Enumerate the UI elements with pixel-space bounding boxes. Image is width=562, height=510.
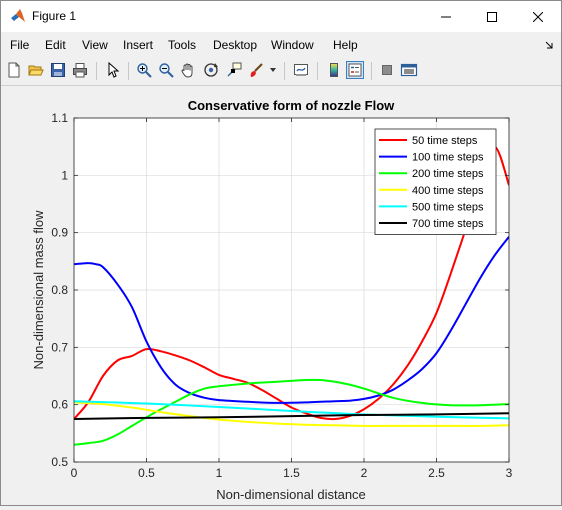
figure-window: Figure 1 File Edit View Insert Tools Des…: [0, 0, 562, 506]
select-arrow-icon: [108, 62, 120, 78]
brush-dropdown[interactable]: [267, 60, 279, 80]
link-plot-button[interactable]: [291, 60, 311, 80]
zoom-in-button[interactable]: [134, 60, 154, 80]
y-tick-label: 1.1: [51, 111, 68, 125]
legend[interactable]: 50 time steps 100 time steps 200 time step…: [374, 128, 497, 235]
menu-bar: File Edit View Insert Tools Desktop Wind…: [1, 34, 561, 56]
open-file-icon: [28, 65, 44, 76]
toolbar-separator: [128, 62, 129, 80]
rotate-3d-button[interactable]: [201, 60, 221, 80]
figure-toolbar: [1, 57, 561, 86]
y-tick-label: 0.7: [51, 340, 68, 354]
data-cursor-icon: [227, 62, 242, 77]
x-axis-label: Non-dimensional distance: [216, 487, 366, 502]
maximize-icon: [487, 11, 497, 22]
minimize-button[interactable]: [423, 1, 469, 32]
menu-help[interactable]: Help: [333, 38, 358, 52]
select-button[interactable]: [103, 60, 123, 80]
line-chart[interactable]: 0 0.5 1 1.5 2 2.5 30.50.60.70.80.911.1 Conserv…: [1, 86, 561, 505]
zoom-in-icon: [137, 63, 152, 78]
legend-label: 400 time steps: [412, 185, 484, 197]
show-plot-tools-icon: [400, 63, 418, 77]
close-button[interactable]: [515, 1, 561, 32]
new-figure-icon: [8, 62, 20, 78]
print-button[interactable]: [70, 60, 90, 80]
chevron-down-icon: [270, 68, 276, 72]
show-plot-tools-button[interactable]: [399, 60, 419, 80]
x-tick-label: 2: [361, 466, 368, 480]
y-tick-label: 0.6: [51, 398, 68, 412]
legend-label: 100 time steps: [412, 152, 484, 164]
colorbar-button[interactable]: [324, 60, 344, 80]
new-figure-button[interactable]: [4, 60, 24, 80]
x-tick-label: 0.5: [138, 466, 155, 480]
y-tick-label: 0.5: [51, 455, 68, 469]
legend-label: 50 time steps: [412, 135, 478, 147]
menu-edit[interactable]: Edit: [45, 38, 66, 52]
y-tick-label: 0.8: [51, 283, 68, 297]
save-button[interactable]: [48, 60, 68, 80]
dock-arrow-icon[interactable]: [545, 41, 553, 49]
print-icon: [73, 63, 87, 78]
x-tick-label: 1.5: [283, 466, 300, 480]
title-bar[interactable]: Figure 1: [1, 1, 561, 32]
legend-label: 200 time steps: [412, 168, 484, 180]
legend-icon: [346, 61, 364, 79]
toolbar-separator: [96, 62, 97, 80]
hide-plot-tools-button[interactable]: [377, 60, 397, 80]
link-plot-icon: [294, 64, 308, 76]
window-title: Figure 1: [32, 9, 77, 23]
matlab-logo-icon: [11, 9, 25, 22]
pan-button[interactable]: [178, 60, 198, 80]
toolbar-separator: [317, 62, 318, 80]
minimize-icon: [441, 16, 451, 17]
x-tick-label: 0: [71, 466, 78, 480]
data-cursor-button[interactable]: [224, 60, 244, 80]
legend-label: 500 time steps: [412, 201, 484, 213]
menu-file[interactable]: File: [10, 38, 29, 52]
rotate-3d-icon: [204, 63, 218, 77]
toolbar-separator: [284, 62, 285, 80]
menu-desktop[interactable]: Desktop: [213, 38, 257, 52]
open-file-button[interactable]: [26, 60, 46, 80]
figure-canvas: 0 0.5 1 1.5 2 2.5 3 0.5 0.6 0.7 0.8 0.9 1 1.1 Conserv…: [1, 86, 561, 505]
chart-title: Conservative form of nozzle Flow: [188, 98, 395, 113]
colorbar-icon: [330, 63, 338, 77]
x-tick-label: 3: [506, 466, 513, 480]
x-tick-label: 1: [216, 466, 223, 480]
y-tick-label: 1: [61, 168, 68, 182]
menu-window[interactable]: Window: [271, 38, 314, 52]
zoom-out-icon: [159, 63, 174, 78]
menu-insert[interactable]: Insert: [123, 38, 153, 52]
legend-label: 700 time steps: [412, 218, 484, 230]
menu-tools[interactable]: Tools: [168, 38, 196, 52]
x-tick-label: 2.5: [428, 466, 445, 480]
zoom-out-button[interactable]: [156, 60, 176, 80]
brush-icon: [250, 63, 263, 77]
pan-hand-icon: [181, 63, 193, 78]
close-icon: [533, 11, 543, 22]
toolbar-separator: [371, 62, 372, 80]
maximize-button[interactable]: [469, 1, 515, 32]
y-axis-label: Non-dimensional mass flow: [31, 210, 46, 370]
hide-plot-tools-icon: [382, 65, 392, 75]
brush-button[interactable]: [246, 60, 266, 80]
menu-view[interactable]: View: [82, 38, 108, 52]
legend-button[interactable]: [345, 60, 365, 80]
y-tick-label: 0.9: [51, 226, 68, 240]
save-icon: [51, 63, 65, 77]
